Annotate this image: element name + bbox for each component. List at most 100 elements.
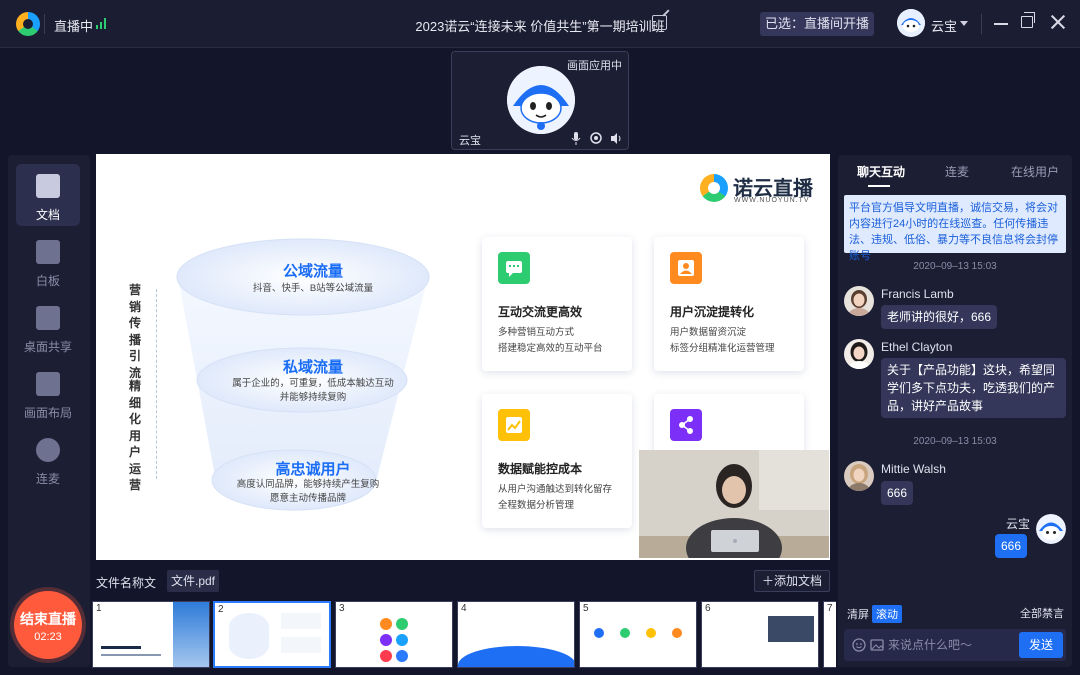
thumbnail[interactable]: 7 <box>823 601 836 668</box>
tool-document[interactable]: 文档 <box>16 164 80 226</box>
divider <box>981 14 982 34</box>
chat-input[interactable] <box>888 635 1008 655</box>
camera-icon[interactable] <box>590 132 602 145</box>
tier-desc: 属于企业的，可重复，低成本触达互动 并能够持续复购 <box>232 378 394 403</box>
card-desc: 从用户沟通触达到转化留存 全程数据分析管理 <box>498 484 613 511</box>
file-select[interactable]: 文件.pdf <box>167 570 219 592</box>
message-bubble-mine: 666 <box>995 534 1028 558</box>
auto-scroll-button[interactable]: 滚动 <box>872 605 902 623</box>
plus-icon: ＋ <box>761 574 774 588</box>
share-icon <box>670 409 702 441</box>
live-status: 直播中 <box>54 19 94 34</box>
message-sender: Mittie Walsh <box>881 462 946 476</box>
vertical-label: 精细化用户运营 <box>128 379 141 492</box>
add-document-button[interactable]: ＋添加文档 <box>754 570 830 592</box>
vertical-label: 营销传播引流 <box>128 283 141 380</box>
document-icon <box>36 174 60 198</box>
message-bubble: 666 <box>881 481 914 505</box>
thumb-number: 5 <box>581 603 591 615</box>
thumb-number: 4 <box>459 603 469 615</box>
mic-link-icon <box>36 438 60 462</box>
whiteboard-icon <box>36 240 60 264</box>
avatar[interactable] <box>1036 514 1066 544</box>
tier-desc: 抖音、快手、B站等公域流量 <box>252 283 374 294</box>
tab-indicator <box>868 185 890 187</box>
tool-label: 桌面共享 <box>23 340 72 354</box>
brand-logo-icon <box>700 174 728 202</box>
thumbnail[interactable]: 5 <box>579 601 697 668</box>
thumbnail[interactable]: 4 <box>457 601 575 668</box>
message-sender: Ethel Clayton <box>881 340 953 354</box>
user-name[interactable]: 云宝 <box>931 16 957 35</box>
avatar[interactable] <box>844 286 874 316</box>
tab-mic-link[interactable]: 连麦 <box>945 163 969 180</box>
card-title: 互动交流更高效 <box>498 305 583 319</box>
layout-grid-icon <box>36 372 60 396</box>
page-thumbnails: 1 2 3 4 5 6 7 <box>92 601 836 669</box>
divider <box>44 14 45 34</box>
card-title: 数据赋能控成本 <box>498 462 583 476</box>
avatar[interactable] <box>844 461 874 491</box>
tool-mic-link[interactable]: 连麦 <box>16 428 80 490</box>
card-title: 用户沉淀提转化 <box>670 305 755 319</box>
live-timer: 02:23 <box>34 631 62 643</box>
message-timestamp: 2020–09–13 15:03 <box>913 261 997 272</box>
message-timestamp: 2020–09–13 15:03 <box>913 436 997 447</box>
chat-input-box: 发送 <box>844 629 1066 661</box>
edit-title-icon[interactable] <box>652 15 667 30</box>
message-sender: Francis Lamb <box>881 287 954 301</box>
tab-online-users[interactable]: 在线用户 <box>1011 163 1059 180</box>
tier-title: 高忠诚用户 <box>275 461 351 478</box>
presenter-video[interactable] <box>639 450 829 558</box>
message-bubble: 关于【产品功能】这块，希望同学们多下点功夫，吃透我们的产品，讲好产品故事 <box>881 358 1066 418</box>
minimize-button[interactable] <box>994 23 1008 25</box>
emoji-icon[interactable] <box>852 638 866 652</box>
scene-select-button[interactable]: 已选：直播间开播 <box>760 12 874 36</box>
signal-icon <box>96 17 108 29</box>
camera-name: 云宝 <box>459 135 481 147</box>
thumbnail[interactable]: 6 <box>701 601 819 668</box>
card-desc: 用户数据留资沉淀 标签分组精准化运营管理 <box>670 327 775 354</box>
mute-all-button[interactable]: 全部禁言 <box>1020 605 1064 621</box>
avatar[interactable] <box>844 339 874 369</box>
tool-label: 画面布局 <box>23 406 72 420</box>
chevron-down-icon[interactable] <box>960 21 968 26</box>
tier-title: 私域流量 <box>282 359 343 376</box>
thumb-number: 6 <box>703 603 713 615</box>
microphone-icon[interactable] <box>570 132 582 145</box>
thumbnail[interactable]: 3 <box>335 601 453 668</box>
tab-chat[interactable]: 聊天互动 <box>857 163 905 180</box>
camera-status: 画面应用中 <box>567 60 622 72</box>
image-icon[interactable] <box>870 638 884 652</box>
feature-card: 用户沉淀提转化 用户数据留资沉淀 标签分组精准化运营管理 <box>654 237 804 371</box>
camera-preview[interactable]: 画面应用中 云宝 <box>451 51 629 150</box>
end-live-button[interactable]: 结束直播 02:23 <box>14 591 82 659</box>
thumb-number: 3 <box>337 603 347 615</box>
tool-label: 白板 <box>35 274 60 288</box>
thumb-number: 7 <box>825 603 835 615</box>
avatar[interactable] <box>897 9 925 37</box>
thumbnail-selected[interactable]: 2 <box>213 601 331 668</box>
user-icon <box>670 252 702 284</box>
add-document-label: 添加文档 <box>774 574 823 588</box>
tool-layout[interactable]: 画面布局 <box>16 362 80 424</box>
thumbnail[interactable]: 1 <box>92 601 210 668</box>
clear-screen-button[interactable]: 清屏 <box>844 605 872 623</box>
end-live-label: 结束直播 <box>20 611 76 627</box>
feature-card: 数据赋能控成本 从用户沟通触达到转化留存 全程数据分析管理 <box>482 394 632 528</box>
card-desc: 多种营销互动方式 搭建稳定高效的互动平台 <box>498 327 603 354</box>
tier-desc: 高度认同品牌，能够持续产生复购 愿意主动传播品牌 <box>236 479 380 504</box>
thumb-number: 1 <box>94 603 104 615</box>
feature-card: 互动交流更高效 多种营销互动方式 搭建稳定高效的互动平台 <box>482 237 632 371</box>
speaker-icon[interactable] <box>610 132 622 145</box>
close-button[interactable] <box>1050 14 1066 30</box>
tier-title: 公域流量 <box>282 263 343 280</box>
message-sender: 云宝 <box>1006 517 1031 531</box>
tool-whiteboard[interactable]: 白板 <box>16 230 80 292</box>
send-button[interactable]: 发送 <box>1019 632 1063 658</box>
restore-button[interactable] <box>1021 12 1035 28</box>
chat-icon <box>498 252 530 284</box>
tool-label: 连麦 <box>35 472 60 486</box>
tool-screen-share[interactable]: 桌面共享 <box>16 296 80 358</box>
tool-label: 文档 <box>35 208 60 222</box>
